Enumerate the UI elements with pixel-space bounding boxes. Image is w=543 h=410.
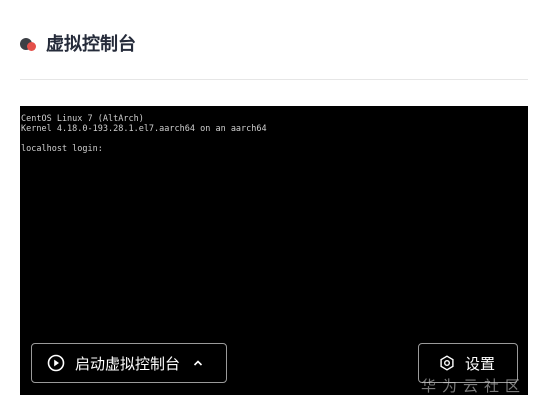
watermark: 华为云社区 (421, 377, 527, 395)
launch-console-label: 启动虚拟控制台 (75, 354, 181, 373)
virtual-console-screen[interactable]: CentOS Linux 7 (AltArch) Kernel 4.18.0-1… (20, 106, 528, 395)
header: 虚拟控制台 (20, 28, 136, 58)
status-dot-icon (20, 34, 38, 52)
terminal-line: CentOS Linux 7 (AltArch) (21, 114, 144, 124)
chevron-up-icon (192, 357, 204, 369)
divider (20, 79, 528, 80)
terminal-output: CentOS Linux 7 (AltArch) Kernel 4.18.0-1… (21, 114, 267, 154)
hexagon-gear-icon (439, 355, 455, 371)
launch-console-button[interactable]: 启动虚拟控制台 (31, 343, 227, 383)
play-circle-icon (47, 354, 65, 372)
settings-label: 设置 (465, 354, 496, 373)
page: 虚拟控制台 CentOS Linux 7 (AltArch) Kernel 4.… (0, 0, 543, 410)
terminal-line: Kernel 4.18.0-193.28.1.el7.aarch64 on an… (21, 124, 267, 134)
page-title: 虚拟控制台 (46, 34, 136, 55)
terminal-line: localhost login: (21, 144, 103, 154)
